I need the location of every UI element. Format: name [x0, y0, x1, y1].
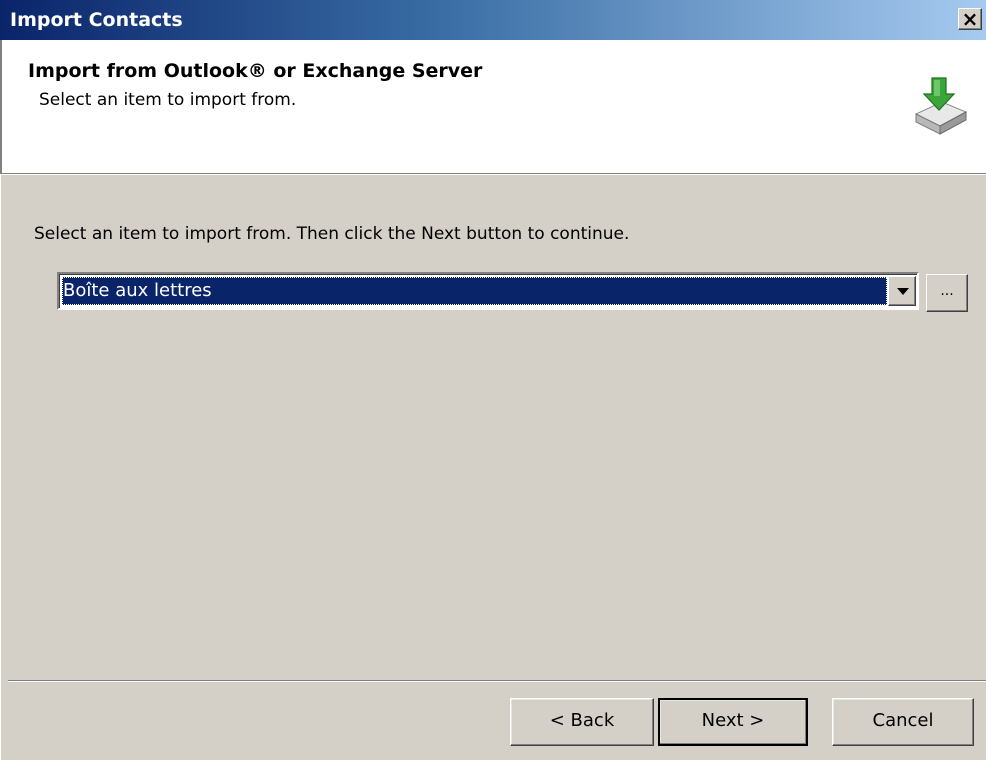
import-download-icon: [914, 77, 968, 135]
browse-button[interactable]: ...: [926, 274, 968, 312]
close-button[interactable]: ×: [958, 8, 982, 30]
title-bar: Import Contacts ×: [0, 0, 986, 40]
source-select[interactable]: Boîte aux lettres: [57, 272, 919, 310]
header-subtitle: Select an item to import from.: [39, 90, 297, 110]
footer-divider-highlight: [8, 681, 986, 682]
next-button[interactable]: Next >: [658, 698, 808, 746]
window-title: Import Contacts: [10, 9, 183, 31]
chevron-down-icon[interactable]: [888, 276, 916, 306]
instruction-text: Select an item to import from. Then clic…: [34, 224, 630, 244]
close-icon: ×: [961, 7, 979, 31]
header-title: Import from Outlook® or Exchange Server: [28, 60, 483, 82]
header-separator: [0, 174, 986, 175]
source-select-value[interactable]: Boîte aux lettres: [62, 277, 887, 305]
back-button[interactable]: < Back: [510, 698, 654, 746]
dialog-left-edge: [0, 175, 8, 760]
wizard-header: Import from Outlook® or Exchange Server …: [0, 40, 986, 174]
cancel-button[interactable]: Cancel: [832, 698, 974, 746]
